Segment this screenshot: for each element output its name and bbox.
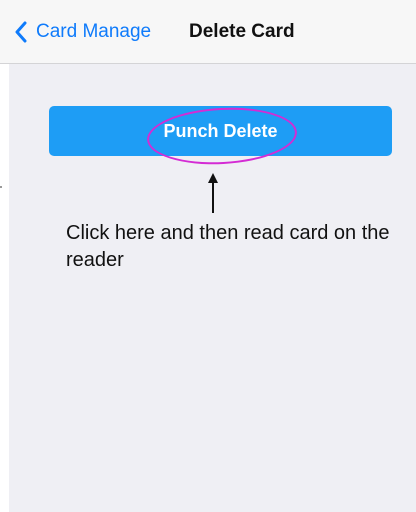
- content-area: Punch Delete Click here and then read ca…: [9, 64, 416, 512]
- page-title: Delete Card: [189, 21, 295, 42]
- punch-delete-button[interactable]: Punch Delete: [49, 104, 392, 168]
- navigation-bar: Card Manage Delete Card: [0, 0, 416, 64]
- arrow-up-icon: [207, 173, 219, 220]
- punch-delete-label: Punch Delete: [163, 121, 278, 141]
- app-screen: Card Manage Delete Card Punch Delete Cli…: [0, 0, 416, 512]
- instruction-text: Click here and then read card on the rea…: [66, 222, 390, 271]
- back-button-label: Card Manage: [36, 21, 152, 42]
- chevron-left-icon: [14, 21, 28, 43]
- edge-mark: [0, 186, 2, 188]
- back-button[interactable]: Card Manage: [14, 18, 151, 46]
